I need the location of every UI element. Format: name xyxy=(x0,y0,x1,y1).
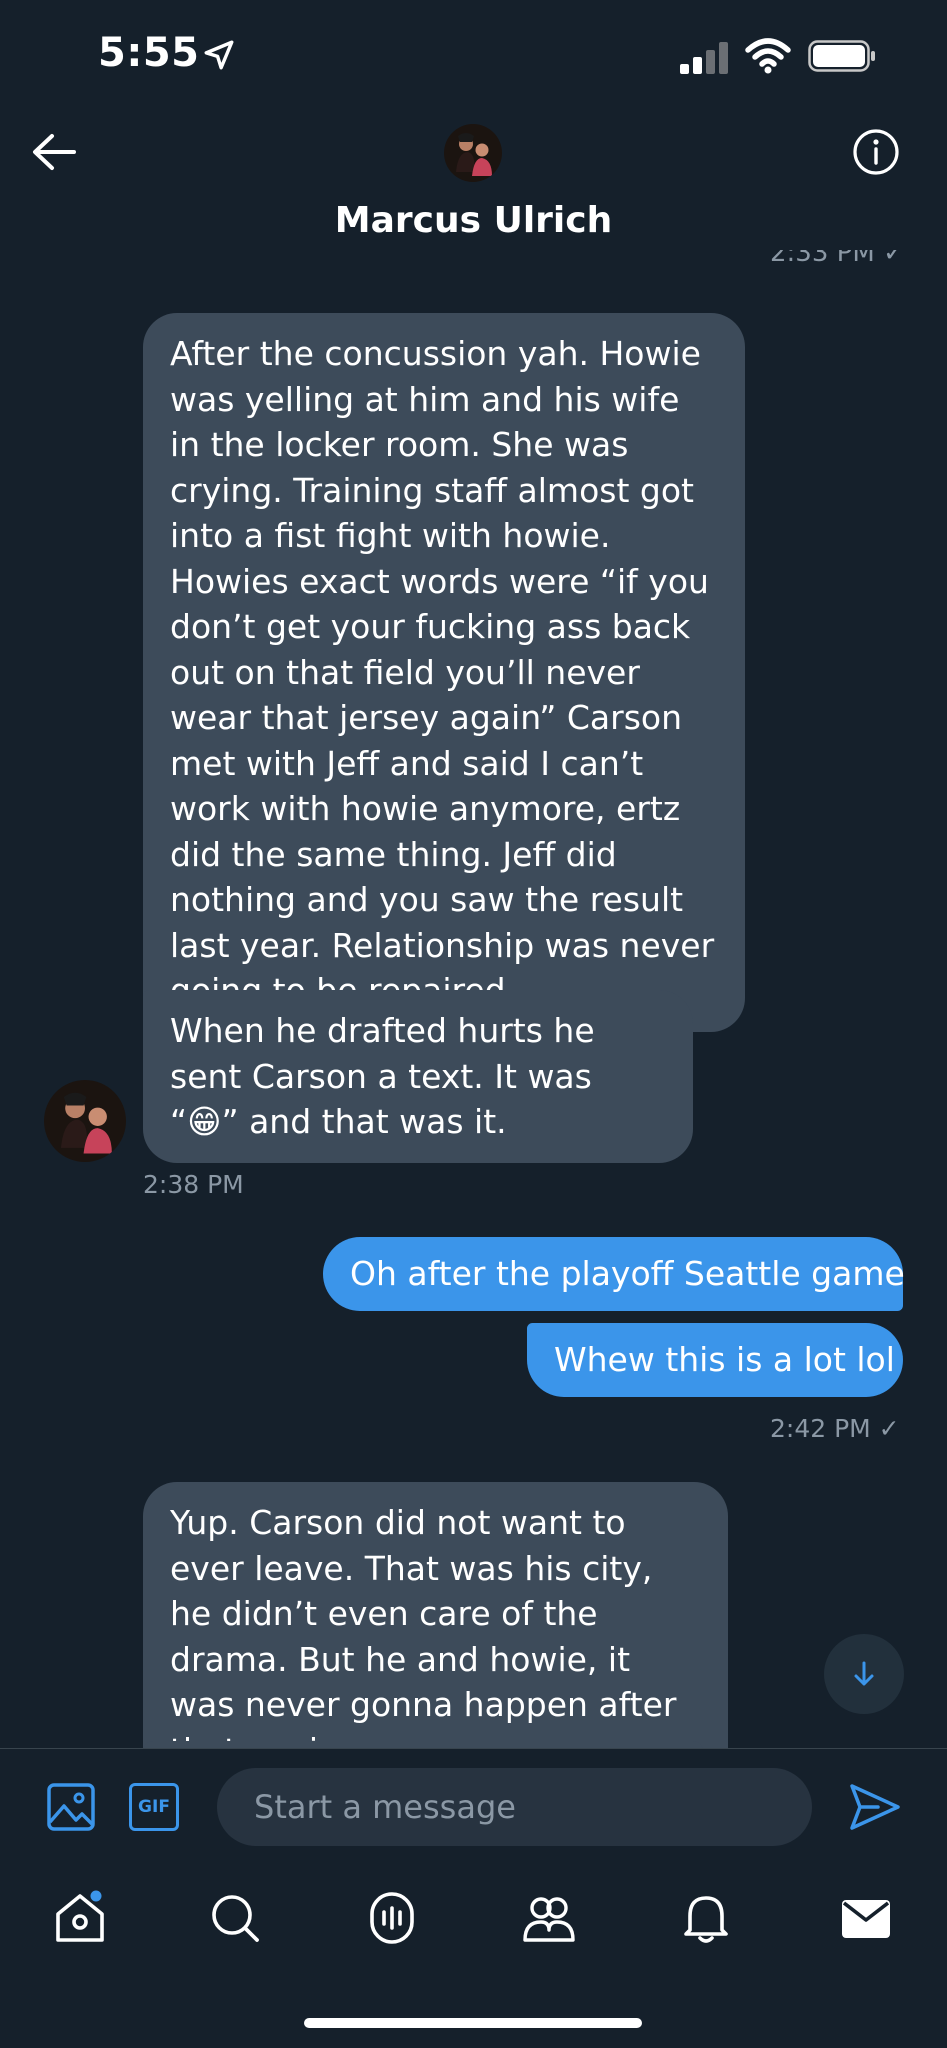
notifications-icon[interactable] xyxy=(678,1890,734,1946)
spaces-icon[interactable] xyxy=(364,1890,420,1946)
avatar[interactable] xyxy=(444,124,502,182)
back-arrow-icon[interactable] xyxy=(30,130,78,174)
message-timestamp: 2:38 PM xyxy=(143,1170,244,1199)
home-indicator xyxy=(304,2018,642,2028)
gif-button[interactable]: GIF xyxy=(129,1783,179,1831)
incoming-message[interactable]: After the concussion yah. Howie was yell… xyxy=(143,313,745,1032)
message-timestamp: 2:42 PM ✓ xyxy=(770,1414,900,1443)
battery-icon xyxy=(808,40,875,72)
divider xyxy=(0,1748,947,1749)
search-icon[interactable] xyxy=(207,1890,263,1946)
sender-avatar[interactable] xyxy=(44,1080,126,1162)
send-icon[interactable] xyxy=(848,1782,902,1832)
cellular-signal-icon xyxy=(680,42,728,74)
scroll-to-bottom-button[interactable] xyxy=(824,1634,904,1714)
partial-timestamp: 2:33 PM ✓ xyxy=(770,250,905,268)
gif-icon: GIF xyxy=(138,1797,170,1817)
message-input[interactable] xyxy=(217,1768,812,1846)
outgoing-message[interactable]: Whew this is a lot lol xyxy=(527,1323,903,1397)
home-icon[interactable] xyxy=(52,1890,108,1946)
arrow-down-icon xyxy=(854,1661,874,1686)
page-title: Marcus Ulrich xyxy=(334,200,613,241)
wifi-icon xyxy=(745,38,791,74)
incoming-message[interactable]: When he drafted hurts he sent Carson a t… xyxy=(143,990,693,1163)
status-time: 5:55 xyxy=(98,30,200,76)
outgoing-message[interactable]: Oh after the playoff Seattle game xyxy=(323,1237,905,1311)
location-arrow-icon xyxy=(204,40,234,70)
messages-icon[interactable] xyxy=(838,1890,894,1946)
image-icon[interactable] xyxy=(46,1782,96,1832)
info-icon[interactable] xyxy=(852,128,900,176)
communities-icon[interactable] xyxy=(521,1890,577,1946)
